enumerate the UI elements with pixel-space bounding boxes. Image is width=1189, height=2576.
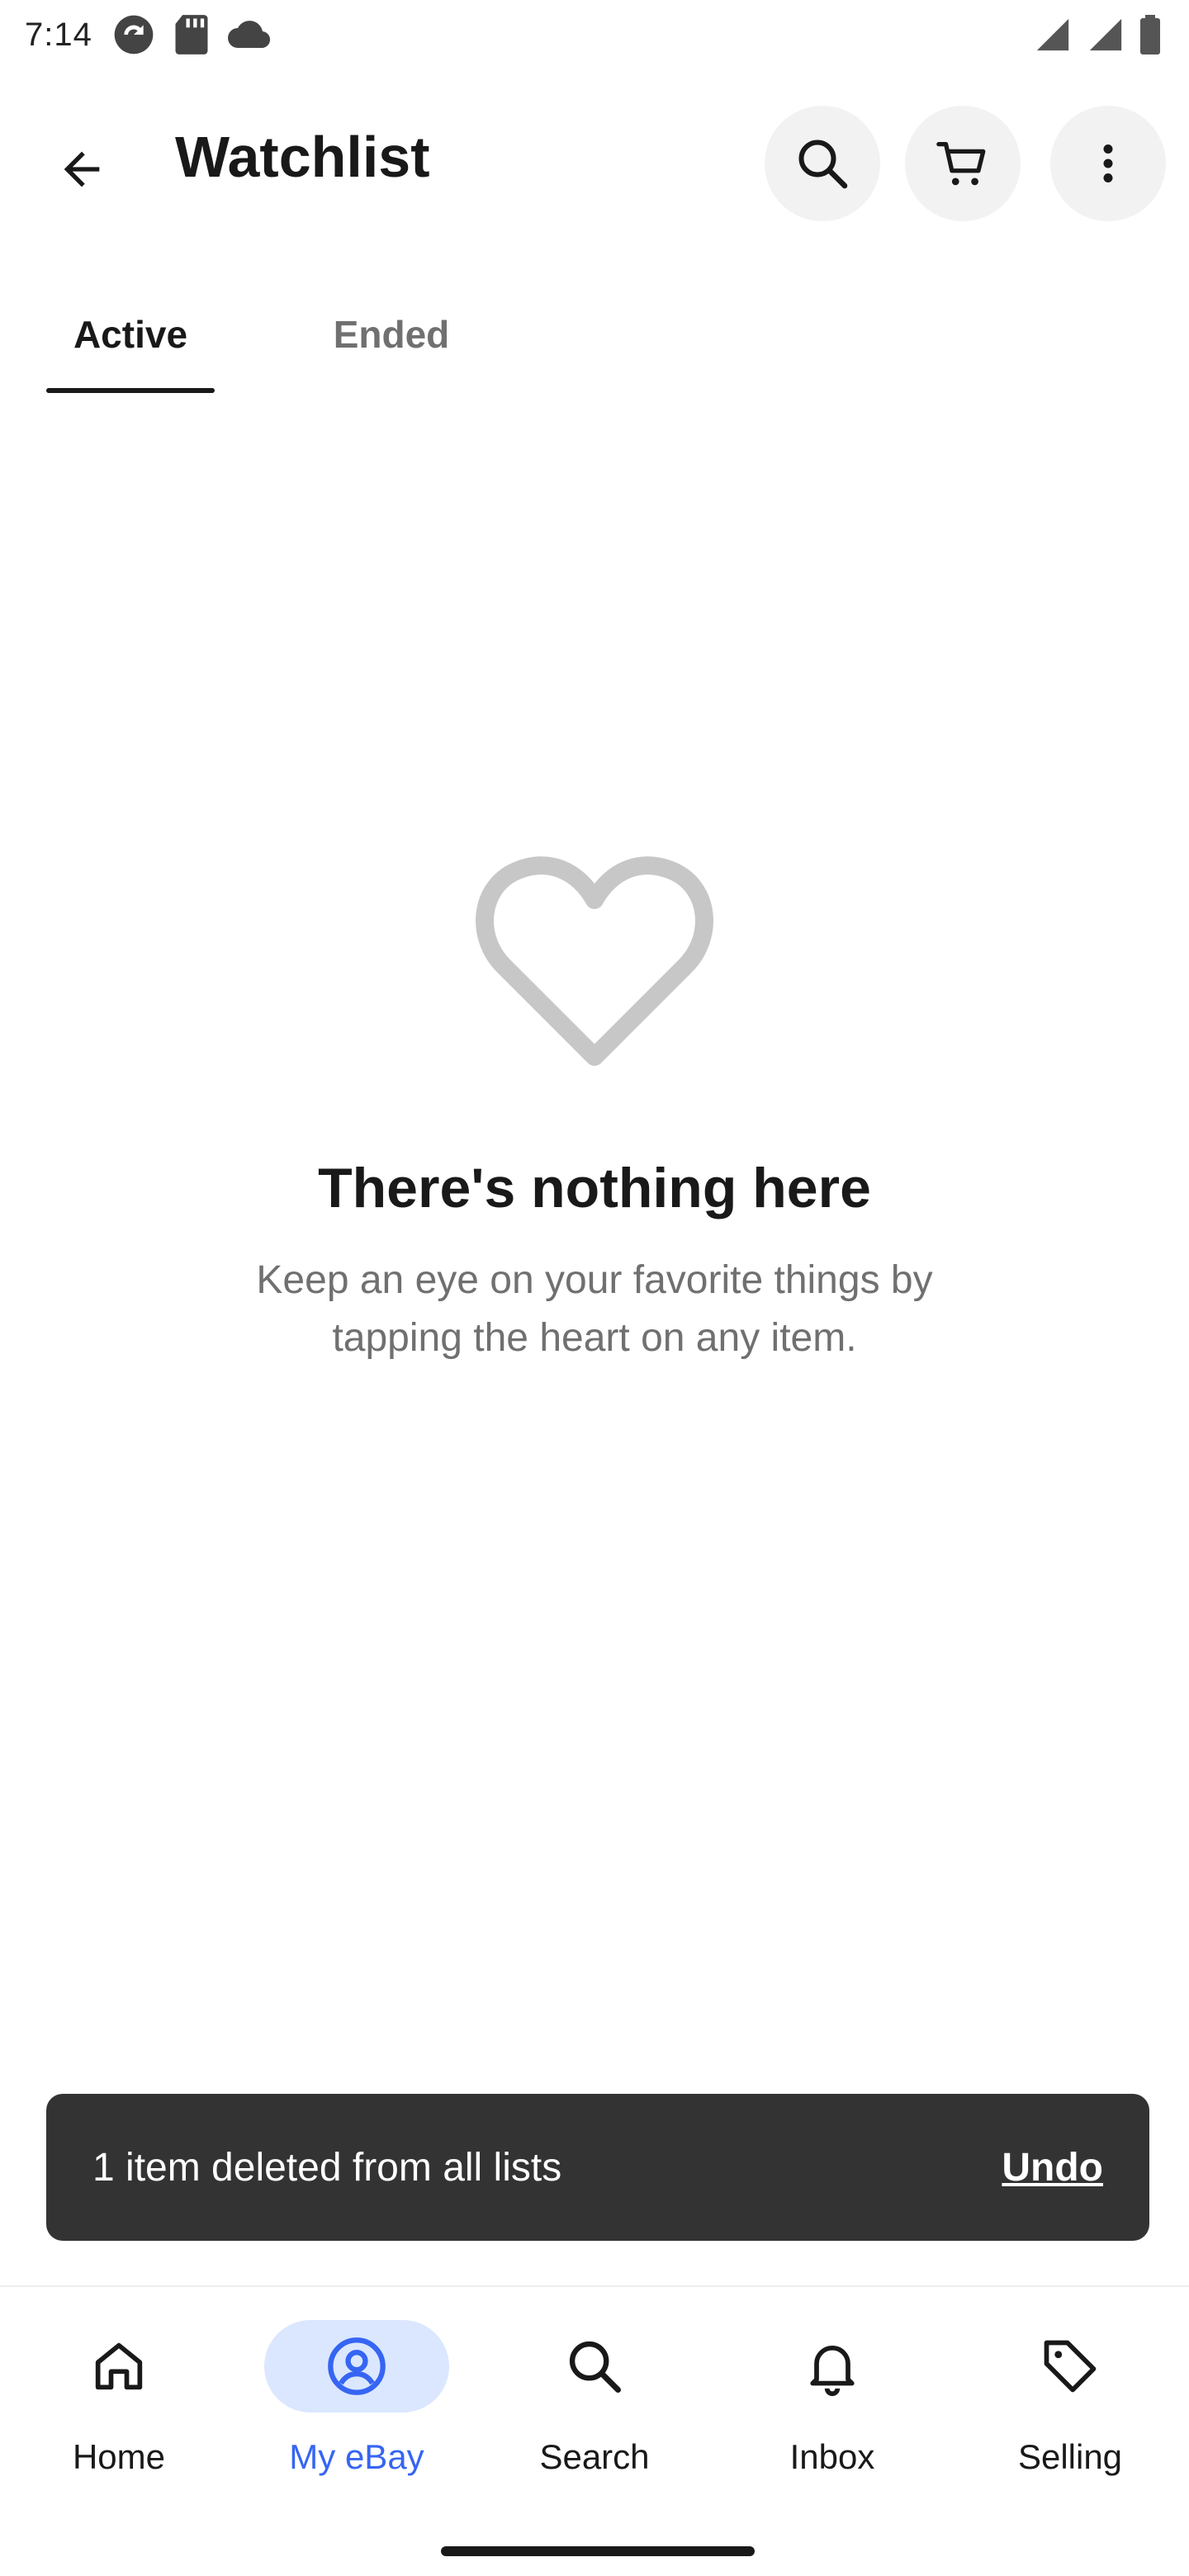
heart-outline-icon <box>471 850 718 1073</box>
sync-icon <box>114 15 154 54</box>
status-time: 7:14 <box>25 16 92 53</box>
status-notification-icons <box>111 12 272 58</box>
bell-icon <box>810 2346 855 2397</box>
nav-selling-icon-wrap <box>978 2320 1163 2413</box>
nav-my-ebay[interactable]: My eBay <box>238 2320 476 2502</box>
battery-icon <box>1140 15 1160 54</box>
cloud-icon <box>227 21 270 49</box>
search-icon <box>569 2341 621 2393</box>
nav-search-label: Search <box>539 2437 650 2476</box>
home-icon <box>95 2342 143 2390</box>
gesture-navigation-bar[interactable] <box>441 2546 755 2556</box>
sd-card-icon <box>175 15 208 54</box>
tab-ended[interactable]: Ended <box>307 297 476 393</box>
cart-icon <box>936 142 986 186</box>
empty-state-title: There's nothing here <box>318 1157 871 1219</box>
empty-state-description: Keep an eye on your favorite things by t… <box>256 1258 933 1360</box>
undo-button[interactable]: Undo <box>1002 2145 1103 2190</box>
back-arrow-icon <box>64 151 100 187</box>
search-button[interactable] <box>765 106 880 221</box>
tag-icon <box>1044 2340 1097 2393</box>
app-bar: Watchlist <box>0 91 1189 231</box>
watchlist-tabs: Active Ended <box>0 281 1189 396</box>
back-button[interactable] <box>36 124 127 215</box>
more-options-button[interactable] <box>1050 106 1166 221</box>
nav-inbox[interactable]: Inbox <box>713 2320 951 2502</box>
nav-inbox-icon-wrap <box>740 2320 925 2413</box>
nav-home-label: Home <box>72 2437 166 2476</box>
signal-icon <box>1089 18 1122 51</box>
page-title: Watchlist <box>175 125 430 189</box>
account-icon <box>328 2337 386 2395</box>
cart-button[interactable] <box>905 106 1021 221</box>
nav-my-ebay-label: My eBay <box>289 2437 424 2476</box>
nav-search[interactable]: Search <box>476 2320 713 2502</box>
empty-state: There's nothing here Keep an eye on your… <box>0 850 1189 1367</box>
nav-home[interactable]: Home <box>0 2320 238 2502</box>
nav-selling-label: Selling <box>1017 2437 1123 2476</box>
nav-my-ebay-icon-wrap <box>264 2320 449 2413</box>
nav-search-icon-wrap <box>502 2320 687 2413</box>
status-bar: 7:14 <box>0 0 1189 69</box>
more-vert-icon <box>1103 144 1113 182</box>
snackbar: 1 item deleted from all lists Undo <box>46 2094 1149 2241</box>
tab-active[interactable]: Active <box>46 297 215 393</box>
bottom-navigation: Home My eBay Search Inbox Selling <box>0 2285 1189 2576</box>
tab-selected-indicator <box>46 388 215 393</box>
status-system-icons <box>1034 15 1161 54</box>
nav-home-icon-wrap <box>26 2320 211 2413</box>
nav-inbox-label: Inbox <box>789 2437 875 2476</box>
nav-selling[interactable]: Selling <box>951 2320 1189 2502</box>
wifi-icon <box>1036 18 1069 51</box>
snackbar-message: 1 item deleted from all lists <box>92 2145 562 2190</box>
search-icon <box>798 140 848 189</box>
